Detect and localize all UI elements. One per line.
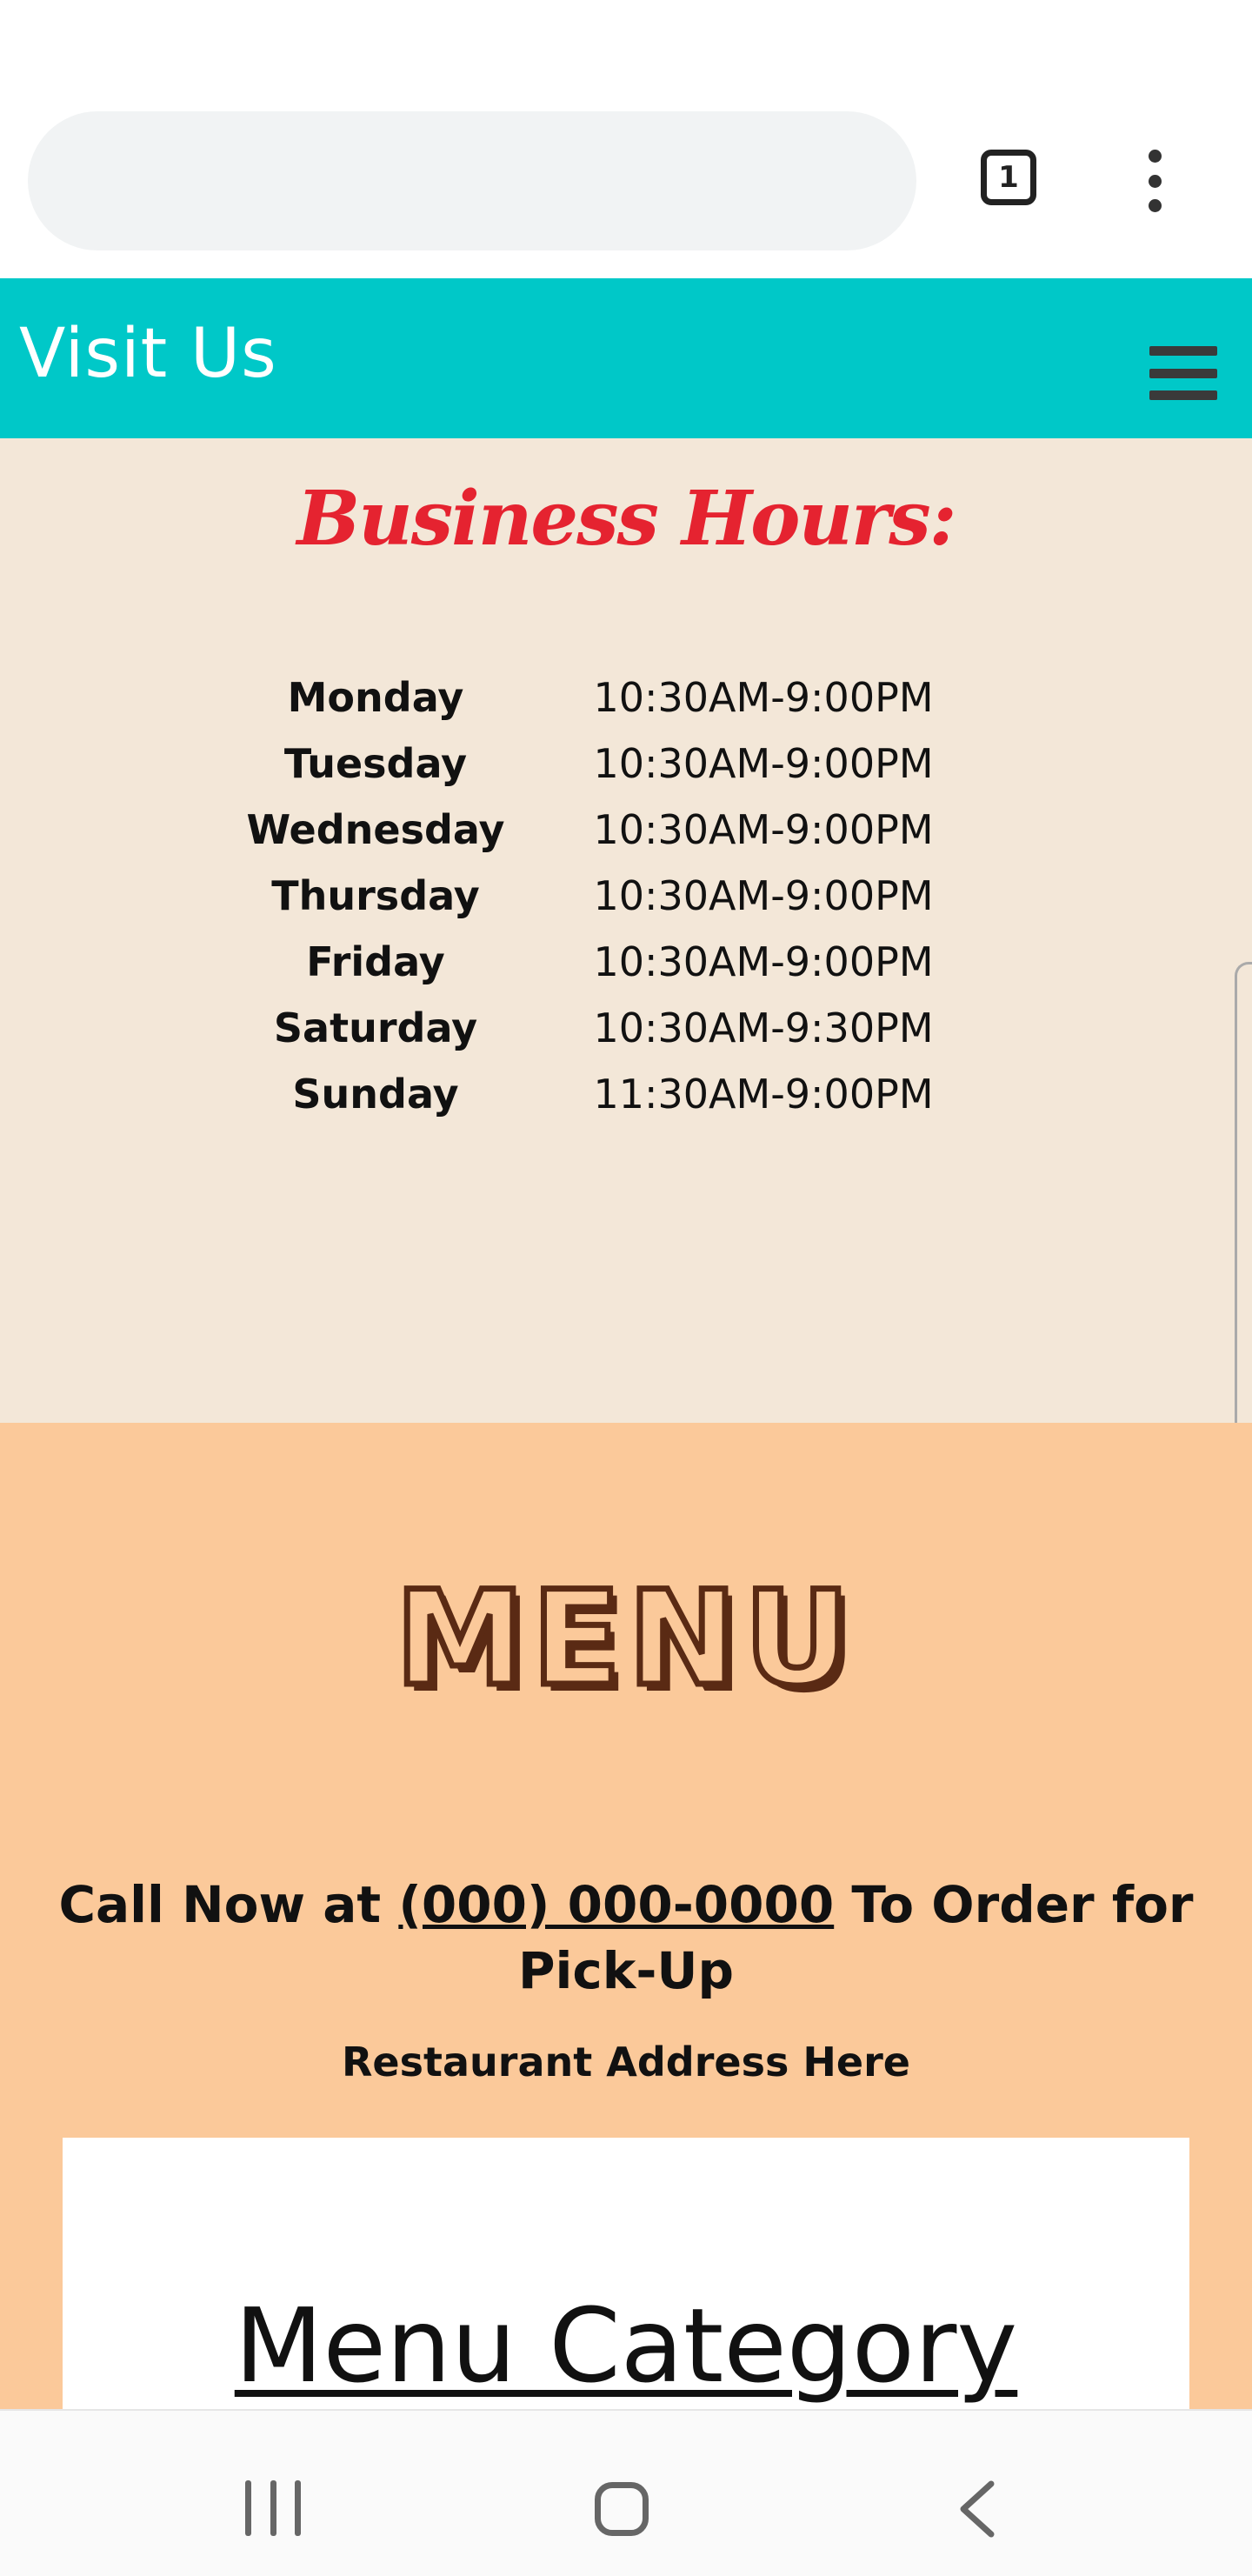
home-icon[interactable] bbox=[595, 2482, 649, 2536]
scrollbar[interactable] bbox=[1235, 962, 1252, 1440]
menu-heading-graphic: MENU MENU bbox=[392, 1571, 857, 1710]
back-icon[interactable] bbox=[956, 2480, 996, 2538]
recents-icon[interactable] bbox=[245, 2480, 301, 2536]
business-hours-section: Business Hours: Monday 10:30AM-9:00PM Tu… bbox=[0, 438, 1252, 1423]
day-label: Wednesday bbox=[246, 806, 505, 853]
menu-section: MENU MENU Call Now at (000) 000-0000 To … bbox=[0, 1423, 1252, 2433]
site-header: Visit Us bbox=[0, 278, 1252, 438]
hours-row: Friday 10:30AM-9:00PM bbox=[238, 929, 1014, 995]
menu-heading: MENU MENU bbox=[0, 1571, 1252, 1710]
hours-row: Saturday 10:30AM-9:30PM bbox=[238, 995, 1014, 1061]
day-label: Saturday bbox=[273, 1004, 478, 1051]
address-bar[interactable] bbox=[28, 111, 916, 250]
call-to-order: Call Now at (000) 000-0000 To Order for … bbox=[52, 1872, 1200, 2004]
time-range: 11:30AM-9:00PM bbox=[593, 1071, 934, 1118]
day-label: Sunday bbox=[292, 1071, 459, 1118]
browser-toolbar: 1 bbox=[0, 0, 1252, 278]
time-range: 10:30AM-9:00PM bbox=[593, 674, 934, 721]
day-label: Friday bbox=[306, 938, 445, 985]
hours-row: Sunday 11:30AM-9:00PM bbox=[238, 1061, 1014, 1127]
time-range: 10:30AM-9:00PM bbox=[593, 740, 934, 787]
tab-count: 1 bbox=[998, 160, 1019, 195]
system-nav-bar bbox=[0, 2409, 1252, 2576]
call-prefix: Call Now at bbox=[58, 1875, 399, 1934]
day-label: Thursday bbox=[271, 872, 480, 919]
menu-card: Menu Category bbox=[63, 2138, 1189, 2433]
business-hours-title: Business Hours: bbox=[296, 475, 957, 563]
tab-switcher-icon[interactable]: 1 bbox=[981, 150, 1036, 205]
time-range: 10:30AM-9:00PM bbox=[593, 872, 934, 919]
restaurant-address: Restaurant Address Here bbox=[342, 2039, 910, 2085]
hours-row: Tuesday 10:30AM-9:00PM bbox=[238, 731, 1014, 797]
time-range: 10:30AM-9:30PM bbox=[593, 1004, 934, 1051]
hours-row: Wednesday 10:30AM-9:00PM bbox=[238, 797, 1014, 863]
more-vert-icon[interactable] bbox=[1137, 150, 1172, 212]
hours-table: Monday 10:30AM-9:00PM Tuesday 10:30AM-9:… bbox=[238, 664, 1014, 1127]
day-label: Monday bbox=[287, 674, 464, 721]
page-title: Visit Us bbox=[19, 315, 277, 393]
menu-category-title: Menu Category bbox=[234, 2286, 1018, 2406]
day-label: Tuesday bbox=[283, 740, 468, 787]
hours-row: Thursday 10:30AM-9:00PM bbox=[238, 863, 1014, 929]
menu-heading-text: MENU bbox=[395, 1571, 856, 1710]
time-range: 10:30AM-9:00PM bbox=[593, 938, 934, 985]
hamburger-icon[interactable] bbox=[1149, 346, 1217, 400]
hours-row: Monday 10:30AM-9:00PM bbox=[238, 664, 1014, 731]
time-range: 10:30AM-9:00PM bbox=[593, 806, 934, 853]
phone-link[interactable]: (000) 000-0000 bbox=[398, 1875, 834, 1934]
